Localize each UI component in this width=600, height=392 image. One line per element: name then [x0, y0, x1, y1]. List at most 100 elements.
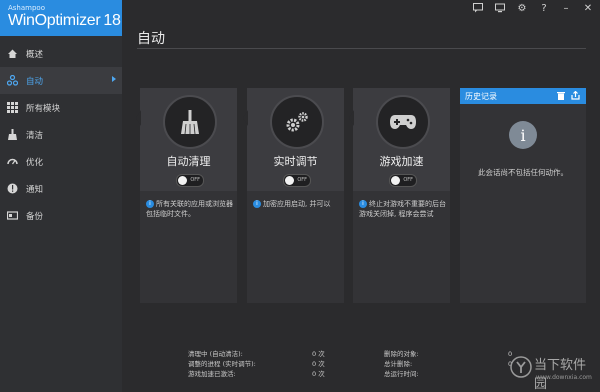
history-empty-message: 此会话尚不包括任何动作。 — [478, 168, 568, 177]
stat-row: 清理中 (自动清洁): 0 次 — [188, 349, 325, 359]
backup-icon — [6, 210, 18, 222]
sidebar: Ashampoo WinOptimizer 18 概述 自动 所有模块 清洁 优化… — [0, 0, 122, 392]
card-info-text: 终止对游戏不重要的后台游戏关闭掉, 程序会尝试 — [359, 200, 446, 218]
stat-label: 调整的进程 (实时调节): — [188, 360, 256, 368]
history-panel: 历史记录 i 此会话尚不包括任何动作。 — [460, 88, 586, 303]
card-notch — [243, 110, 248, 126]
watermark-url: www.downxia.com — [536, 374, 592, 381]
sidebar-item-label: 所有模块 — [26, 103, 61, 114]
stat-label: 总计删除: — [384, 360, 413, 368]
game-booster-toggle[interactable]: OFF — [389, 174, 417, 187]
stat-row: 总计删除: 0 — [384, 359, 512, 369]
card-info: i 加密应用启动, 并可以 — [253, 199, 342, 209]
sidebar-item-label: 清洁 — [26, 130, 44, 141]
card-header: 实时调节 OFF — [243, 88, 344, 191]
auto-clean-toggle[interactable]: OFF — [176, 174, 204, 187]
stat-label: 清理中 (自动清洁): — [188, 350, 243, 358]
sidebar-item-overview[interactable]: 概述 — [0, 40, 122, 67]
screen-icon[interactable] — [494, 2, 506, 14]
sidebar-item-label: 自动 — [26, 76, 44, 87]
broom-icon — [6, 129, 18, 141]
sidebar-item-all-modules[interactable]: 所有模块 — [0, 94, 122, 121]
auto-icon — [6, 75, 18, 87]
toggle-knob — [178, 176, 187, 185]
card-live-tuner: 实时调节 OFF i 加密应用启动, 并可以 — [243, 88, 344, 303]
info-icon: i — [509, 121, 537, 149]
brand-subtitle: Ashampoo — [8, 4, 45, 12]
live-tuner-toggle[interactable]: OFF — [283, 174, 311, 187]
gauge-icon — [6, 156, 18, 168]
history-actions — [556, 91, 580, 100]
stats-right: 删除的对象: 0 总计删除: 0 总运行时间: — [384, 349, 512, 379]
chat-icon[interactable] — [472, 2, 484, 14]
sidebar-item-label: 优化 — [26, 157, 44, 168]
card-header: 自动清理 OFF — [136, 88, 237, 191]
stats-left: 清理中 (自动清洁): 0 次 调整的进程 (实时调节): 0 次 游戏加速已激活:… — [188, 349, 325, 379]
card-info: i 终止对游戏不重要的后台游戏关闭掉, 程序会尝试 — [359, 199, 448, 219]
brand-title: WinOptimizer — [8, 12, 101, 29]
stat-row: 总运行时间: — [384, 369, 512, 379]
stat-label: 游戏加速已激活: — [188, 370, 236, 378]
sidebar-item-clean[interactable]: 清洁 — [0, 121, 122, 148]
app-brand: Ashampoo WinOptimizer 18 — [0, 0, 122, 36]
home-icon — [6, 48, 18, 60]
broom-icon — [163, 95, 217, 149]
toggle-state: OFF — [297, 177, 307, 183]
export-icon[interactable] — [571, 91, 580, 100]
stat-row: 游戏加速已激活: 0 次 — [188, 369, 325, 379]
brand-version: 18 — [103, 12, 121, 29]
card-title: 游戏加速 — [379, 155, 424, 168]
sidebar-item-label: 通知 — [26, 184, 44, 195]
sidebar-item-auto[interactable]: 自动 — [0, 67, 122, 94]
watermark: 当下软件园 www.downxia.com — [508, 352, 594, 392]
info-icon: i — [253, 200, 261, 208]
close-icon[interactable]: ✕ — [582, 2, 594, 14]
stat-label: 删除的对象: — [384, 350, 419, 358]
card-notch — [136, 110, 141, 126]
card-game-booster: 游戏加速 OFF i 终止对游戏不重要的后台游戏关闭掉, 程序会尝试 — [349, 88, 450, 303]
sidebar-item-optimize[interactable]: 优化 — [0, 148, 122, 175]
gear-icon[interactable]: ⚙ — [516, 2, 528, 14]
page-title: 自动 — [137, 31, 165, 47]
sidebar-item-backup[interactable]: 备份 — [0, 202, 122, 229]
brand-name: WinOptimizer 18 — [8, 12, 121, 30]
card-notch — [349, 110, 354, 126]
toggle-knob — [285, 176, 294, 185]
watermark-logo-icon — [510, 356, 532, 378]
title-bar-controls: ⚙ ? – ✕ — [472, 2, 594, 14]
grid-icon — [6, 102, 18, 114]
sidebar-item-notify[interactable]: 通知 — [0, 175, 122, 202]
minimize-icon[interactable]: – — [560, 2, 572, 14]
info-icon: i — [359, 200, 367, 208]
sidebar-item-label: 概述 — [26, 49, 44, 60]
card-title: 实时调节 — [273, 155, 318, 168]
stat-row: 调整的进程 (实时调节): 0 次 — [188, 359, 325, 369]
toggle-state: OFF — [190, 177, 200, 183]
toggle-knob — [391, 176, 400, 185]
title-divider — [137, 48, 586, 49]
card-auto-clean: 自动清理 OFF i 所有关联的应用或浏览器包括临时文件。 — [136, 88, 237, 303]
stat-value: 0 次 — [312, 370, 325, 378]
card-title: 自动清理 — [166, 155, 211, 168]
watermark-text: 当下软件园 — [534, 358, 587, 392]
history-header: 历史记录 — [460, 88, 586, 104]
card-info: i 所有关联的应用或浏览器包括临时文件。 — [146, 199, 235, 219]
card-info-text: 所有关联的应用或浏览器包括临时文件。 — [146, 200, 233, 218]
stat-value: 0 次 — [312, 350, 325, 358]
info-icon: i — [146, 200, 154, 208]
card-header: 游戏加速 OFF — [349, 88, 450, 191]
card-info-text: 加密应用启动, 并可以 — [263, 200, 331, 208]
stat-label: 总运行时间: — [384, 370, 419, 378]
sidebar-item-label: 备份 — [26, 211, 44, 222]
chevron-right-icon — [112, 76, 116, 82]
toggle-state: OFF — [403, 177, 413, 183]
gamepad-icon — [376, 95, 430, 149]
sidebar-nav: 概述 自动 所有模块 清洁 优化 通知 备份 — [0, 40, 122, 229]
gears-icon — [270, 95, 324, 149]
history-title: 历史记录 — [465, 92, 497, 101]
trash-icon[interactable] — [556, 91, 565, 100]
stat-value: 0 次 — [312, 360, 325, 368]
bell-icon — [6, 183, 18, 195]
help-icon[interactable]: ? — [538, 2, 550, 14]
stat-row: 删除的对象: 0 — [384, 349, 512, 359]
